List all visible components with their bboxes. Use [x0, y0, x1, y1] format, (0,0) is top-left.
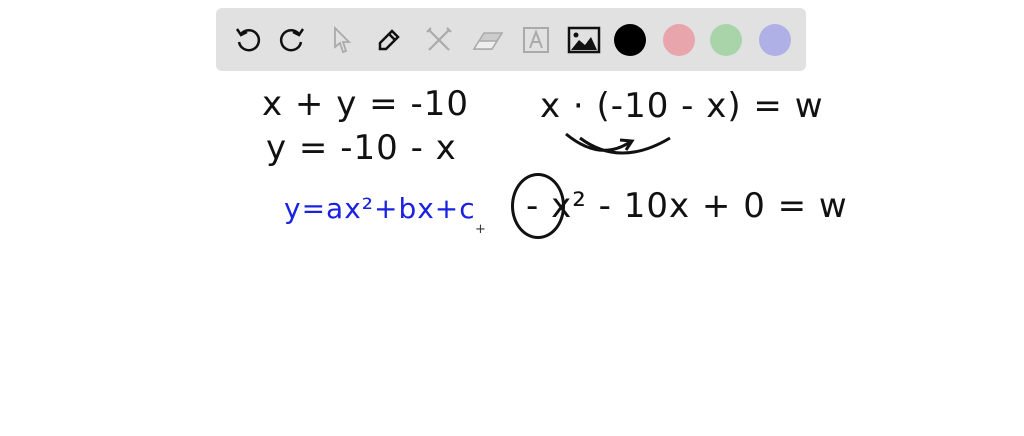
select-icon[interactable]: [324, 22, 360, 58]
redo-icon[interactable]: [274, 22, 310, 58]
color-black[interactable]: [614, 24, 646, 56]
color-blue[interactable]: [759, 24, 791, 56]
image-icon[interactable]: [566, 22, 602, 58]
equation-5: - x² - 10x + 0 = w: [526, 186, 848, 226]
color-green[interactable]: [710, 24, 742, 56]
eraser-icon[interactable]: [469, 22, 505, 58]
equation-2: y = -10 - x: [266, 128, 457, 168]
pen-icon[interactable]: [371, 22, 407, 58]
tools-icon[interactable]: [421, 22, 457, 58]
toolbar: [216, 8, 806, 71]
equation-4: x · (-10 - x) = w: [540, 86, 824, 126]
crosshair-cursor: +: [475, 222, 486, 237]
text-icon[interactable]: [518, 22, 554, 58]
undo-icon[interactable]: [230, 22, 266, 58]
equation-3: y=ax²+bx+c: [284, 192, 476, 225]
swap-arrow: [565, 132, 671, 155]
color-pink[interactable]: [663, 24, 695, 56]
equation-1: x + y = -10: [262, 84, 469, 124]
